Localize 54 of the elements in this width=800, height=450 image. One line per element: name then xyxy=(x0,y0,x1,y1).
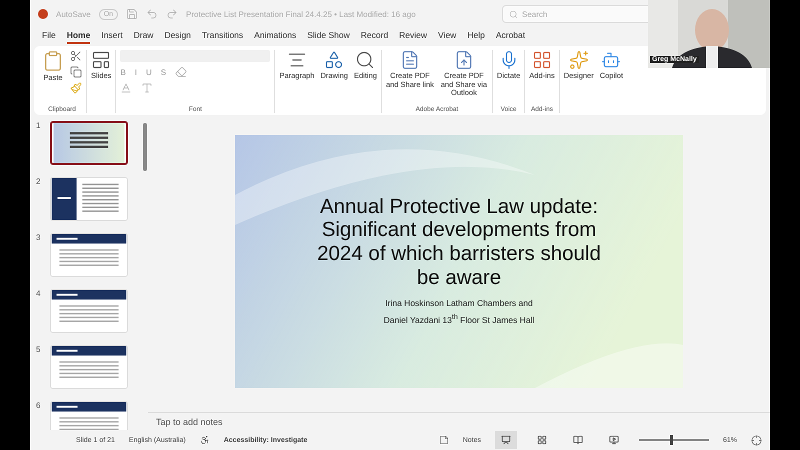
paintbrush-icon xyxy=(70,82,82,94)
app-logo xyxy=(38,9,48,19)
ribbon-tab[interactable]: Acrobat xyxy=(496,30,526,44)
slide-thumbnail[interactable] xyxy=(50,121,128,165)
ribbon-tab[interactable]: Draw xyxy=(134,30,154,44)
text-size-icon xyxy=(141,82,154,94)
presentation-icon xyxy=(500,435,511,445)
clipboard-icon xyxy=(42,50,64,72)
notes-field[interactable]: Tap to add notes xyxy=(148,412,770,430)
scrollbar[interactable] xyxy=(143,123,147,171)
shapes-icon xyxy=(324,50,344,70)
ribbon-tab[interactable]: Slide Show xyxy=(307,30,350,44)
zoom-thumb[interactable] xyxy=(670,435,674,445)
slide-number: 5 xyxy=(36,345,42,356)
eraser-icon xyxy=(175,66,188,78)
notes-icon xyxy=(438,435,449,445)
copilot-icon xyxy=(601,50,622,70)
slide-title: Annual Protective Law update: Significant developments from 2024 of which barristers should be aware xyxy=(316,194,602,290)
slide-subtitle: Daniel Yazdani 13$^{th}$ Floor St James Hall xyxy=(384,312,534,328)
layout-icon xyxy=(91,50,112,70)
ribbon-tab[interactable]: Help xyxy=(467,30,485,44)
save-icon xyxy=(126,8,138,20)
book-icon xyxy=(572,435,583,445)
ribbon-tab[interactable]: Insert xyxy=(101,30,123,44)
ribbon-tab[interactable]: File xyxy=(42,30,56,44)
ribbon-tab[interactable]: Animations xyxy=(254,30,296,44)
sparkle-icon xyxy=(568,50,589,70)
autosave-label: AutoSave xyxy=(56,10,91,18)
grid-icon xyxy=(536,435,547,445)
redo-icon xyxy=(166,8,178,20)
fit-icon xyxy=(751,434,762,446)
accessibility-icon xyxy=(200,435,210,445)
presentation-icon xyxy=(608,435,619,445)
document-title: Protective List Presentation Final 24.4.25 • Last Modified: 16 ago xyxy=(186,10,416,18)
ribbon-tab[interactable]: Transitions xyxy=(202,30,244,44)
slide-number: 2 xyxy=(36,177,42,188)
slide-number: 4 xyxy=(36,289,42,300)
ribbon-tab[interactable]: Record xyxy=(360,30,388,44)
ribbon-tab[interactable]: Design xyxy=(164,30,191,44)
copy-icon xyxy=(70,66,82,78)
ribbon-tab[interactable]: View xyxy=(438,30,456,44)
view-button[interactable] xyxy=(494,431,517,449)
undo-icon xyxy=(146,8,158,20)
ribbon-tab[interactable]: Home xyxy=(66,30,90,44)
grid-icon xyxy=(532,50,552,70)
slide-subtitle: Irina Hoskinson Latham Chambers and xyxy=(384,297,534,310)
slide-number: 1 xyxy=(36,121,42,132)
search-icon xyxy=(355,50,376,70)
search-icon xyxy=(509,10,518,18)
slide-number: 3 xyxy=(36,233,42,244)
cut-icon xyxy=(70,50,82,62)
font-color-icon xyxy=(120,82,132,94)
slide-number: 6 xyxy=(36,401,42,412)
ribbon-tab[interactable]: Review xyxy=(399,30,428,44)
